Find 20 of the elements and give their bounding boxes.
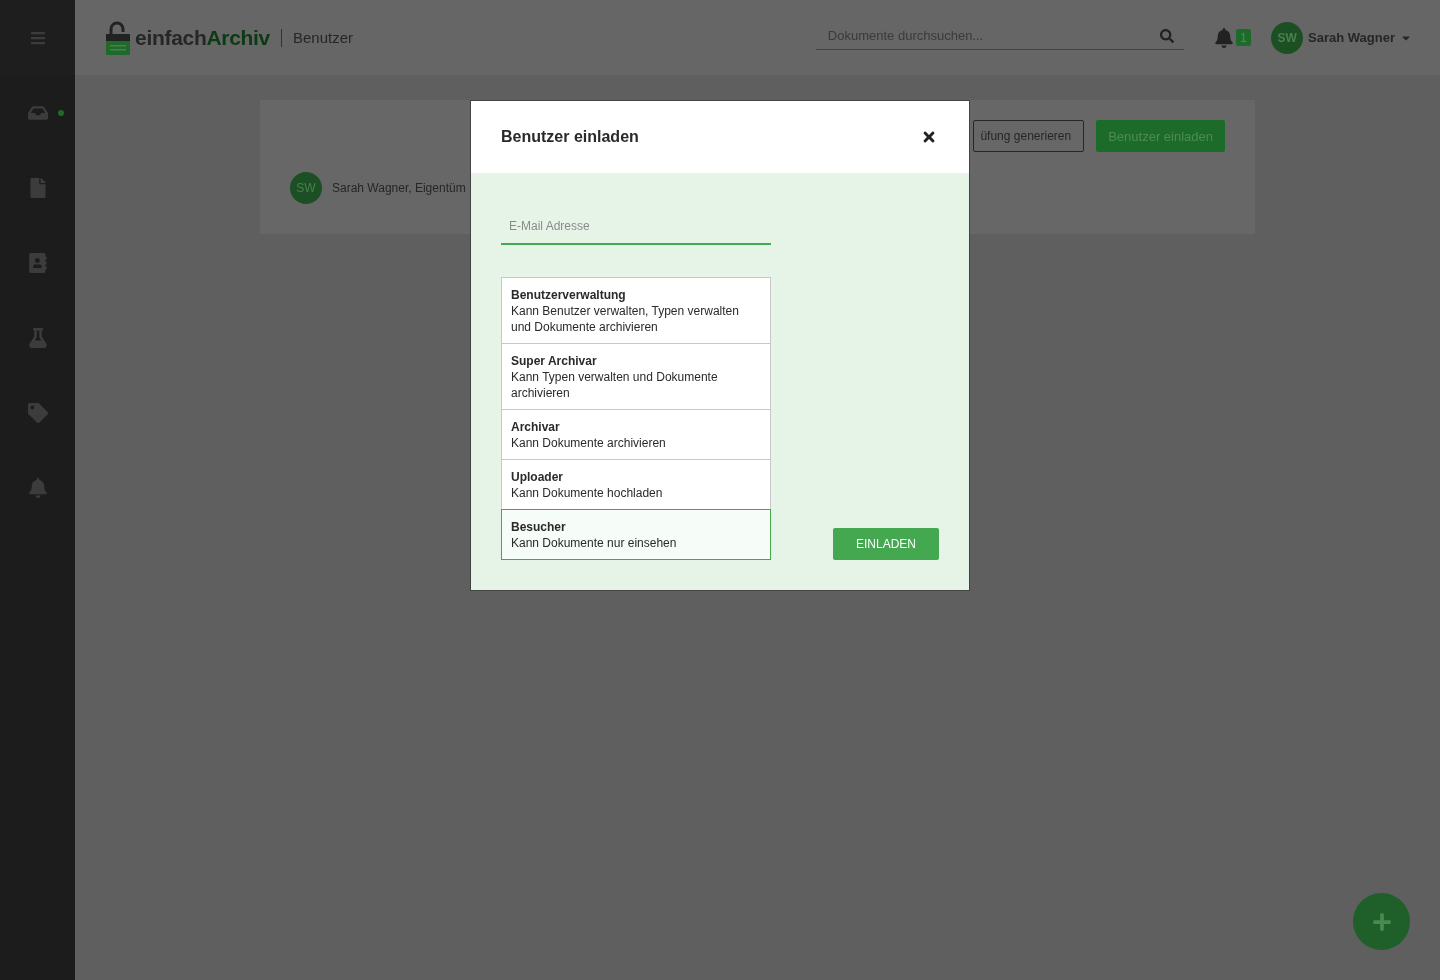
logo-text: einfachArchiv: [135, 25, 270, 50]
role-option[interactable]: Benutzerverwaltung Kann Benutzer verwalten, Typen verwalten und Dokumente archivieren: [501, 277, 771, 344]
bell-icon[interactable]: [1213, 27, 1234, 48]
notebook-icon[interactable]: [27, 252, 48, 273]
bell-icon[interactable]: [27, 477, 48, 498]
add-button[interactable]: [1353, 893, 1410, 950]
role-option[interactable]: Archivar Kann Dokumente archivieren: [501, 409, 771, 460]
page-title: Benutzer: [293, 29, 354, 46]
role-option[interactable]: Super Archivar Kann Typen verwalten und Dokumente archivieren: [501, 343, 771, 410]
email-field[interactable]: E-Mail Adresse: [501, 213, 771, 245]
role-option[interactable]: Uploader Kann Dokumente hochladen: [501, 459, 771, 510]
search-icon[interactable]: [1159, 28, 1174, 43]
role-option[interactable]: Besucher Kann Dokumente nur einsehen: [501, 509, 771, 560]
menu-icon[interactable]: [29, 29, 46, 46]
member-text: Sarah Wagner, Eigentüm: [332, 181, 466, 195]
tag-icon[interactable]: [27, 402, 48, 423]
dialog-title: Benutzer einladen: [501, 128, 639, 146]
flask-icon[interactable]: [27, 327, 48, 348]
lock-logo-icon: [105, 20, 131, 55]
plus-icon: [1371, 911, 1392, 932]
